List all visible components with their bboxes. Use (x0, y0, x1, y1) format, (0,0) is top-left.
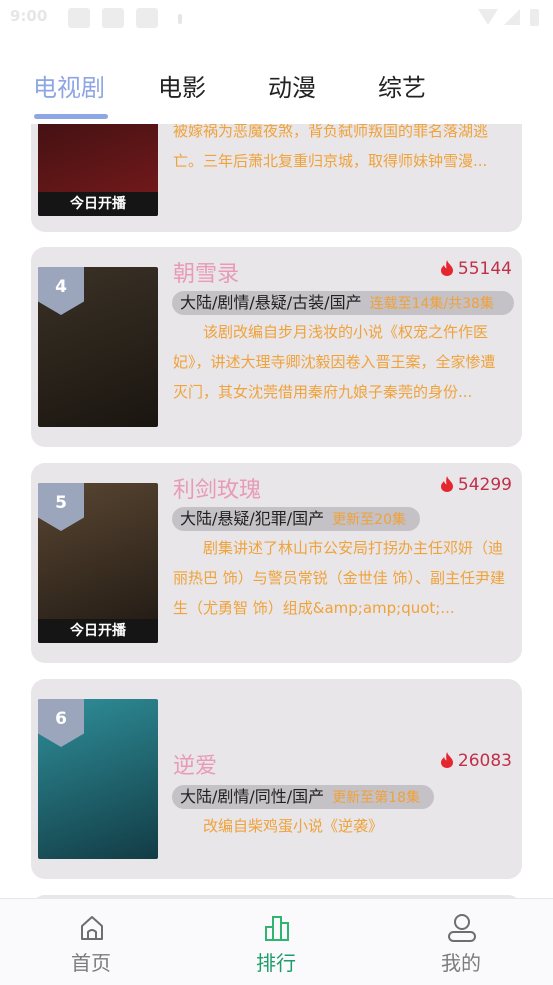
status-time: 9:00 (10, 7, 48, 25)
flame-icon (440, 260, 453, 276)
genre-text: 大陆/剧情/悬疑/古装/国产 (180, 293, 362, 312)
rank-number: 4 (55, 277, 67, 297)
show-card[interactable]: 5 今日开播 利剑玫瑰 54299 大陆/悬疑/犯罪/国产 更新至20集 剧集讲述… (31, 463, 522, 663)
show-description: 剧集讲述了林山市公安局打拐办主任邓妍（迪丽热巴 饰）与警员常锐（金世佳 饰）、副… (173, 539, 506, 617)
rank-badge: 5 (38, 483, 84, 531)
show-card[interactable]: 4 朝雪录 55144 大陆/剧情/悬疑/古装/国产 连载至14集/共38集 该剧… (31, 247, 522, 447)
show-poster[interactable]: 4 (38, 267, 158, 427)
notification-dot-icon (178, 14, 182, 24)
show-title[interactable]: 朝雪录 (173, 256, 239, 288)
rank-number: 5 (55, 493, 67, 513)
show-description: 被嫁祸为恶魔夜煞，背负弑师叛国的罪名落湖逃亡。三年后萧北复重归京城，取得师妹钟雪… (173, 124, 489, 170)
flame-icon (440, 476, 453, 492)
heat-value: 54299 (457, 475, 512, 495)
nav-profile[interactable]: 我的 (401, 899, 521, 985)
nav-label: 首页 (71, 951, 111, 975)
tab-tv-series[interactable]: 电视剧 (33, 68, 105, 103)
premiere-today-label: 今日开播 (38, 619, 158, 643)
show-poster[interactable]: 5 今日开播 (38, 483, 158, 643)
tab-movies[interactable]: 电影 (158, 68, 206, 103)
show-card[interactable]: 6 逆爱 26083 大陆/剧情/同性/国产 更新至第18集 改编自柴鸡蛋小说《逆… (31, 679, 522, 879)
genre-tags: 大陆/剧情/同性/国产 更新至第18集 (172, 785, 435, 809)
genre-tags: 大陆/悬疑/犯罪/国产 更新至20集 (172, 507, 421, 531)
rank-number: 6 (55, 709, 67, 729)
flame-icon (440, 752, 453, 768)
premiere-today-label: 今日开播 (38, 192, 158, 216)
update-status: 连载至14集/共38集 (369, 296, 494, 312)
tab-anime[interactable]: 动漫 (268, 68, 316, 103)
show-poster[interactable]: 6 (38, 699, 158, 859)
profile-icon (448, 914, 476, 942)
heat-value: 55144 (457, 259, 512, 279)
heat-score: 55144 (440, 259, 512, 279)
show-poster[interactable]: 今日开播 (38, 124, 158, 216)
bottom-navigation: 首页 排行 我的 (0, 898, 553, 985)
battery-icon (530, 9, 539, 26)
category-tabs: 电视剧 电影 动漫 综艺 (0, 60, 553, 124)
rank-badge: 4 (38, 267, 84, 315)
show-card[interactable]: 今日开播 被嫁祸为恶魔夜煞，背负弑师叛国的罪名落湖逃亡。三年后萧北复重归京城，取… (31, 124, 522, 232)
home-icon (81, 916, 103, 940)
show-description: 改编自柴鸡蛋小说《逆袭》 (203, 817, 384, 835)
tab-variety[interactable]: 综艺 (378, 68, 426, 103)
ranking-icon (265, 916, 289, 941)
heat-value: 26083 (457, 751, 512, 771)
show-title[interactable]: 利剑玫瑰 (173, 472, 261, 504)
active-tab-indicator (34, 114, 108, 119)
notification-icon (68, 8, 90, 28)
show-title[interactable]: 逆爱 (173, 748, 217, 780)
genre-text: 大陆/悬疑/犯罪/国产 (180, 509, 325, 528)
ranking-list[interactable]: 今日开播 被嫁祸为恶魔夜煞，背负弑师叛国的罪名落湖逃亡。三年后萧北复重归京城，取… (0, 124, 553, 898)
status-bar: 9:00 (0, 0, 553, 36)
nav-ranking[interactable]: 排行 (216, 899, 336, 985)
notification-icon (102, 8, 124, 28)
wifi-icon (478, 9, 498, 25)
notification-icon (136, 8, 158, 28)
signal-icon (504, 9, 520, 25)
rank-badge: 6 (38, 699, 84, 747)
nav-label: 我的 (441, 951, 481, 975)
genre-tags: 大陆/剧情/悬疑/古装/国产 连载至14集/共38集 (172, 291, 514, 315)
nav-home[interactable]: 首页 (31, 899, 151, 985)
nav-label: 排行 (256, 951, 296, 975)
update-status: 更新至第18集 (332, 790, 421, 806)
genre-text: 大陆/剧情/同性/国产 (180, 787, 325, 806)
heat-score: 54299 (440, 475, 512, 495)
show-description: 该剧改编自步月浅妆的小说《权宠之仵作医妃》，讲述大理寺卿沈毅因卷入晋王案，全家惨… (173, 323, 496, 401)
heat-score: 26083 (440, 751, 512, 771)
update-status: 更新至20集 (332, 512, 407, 528)
